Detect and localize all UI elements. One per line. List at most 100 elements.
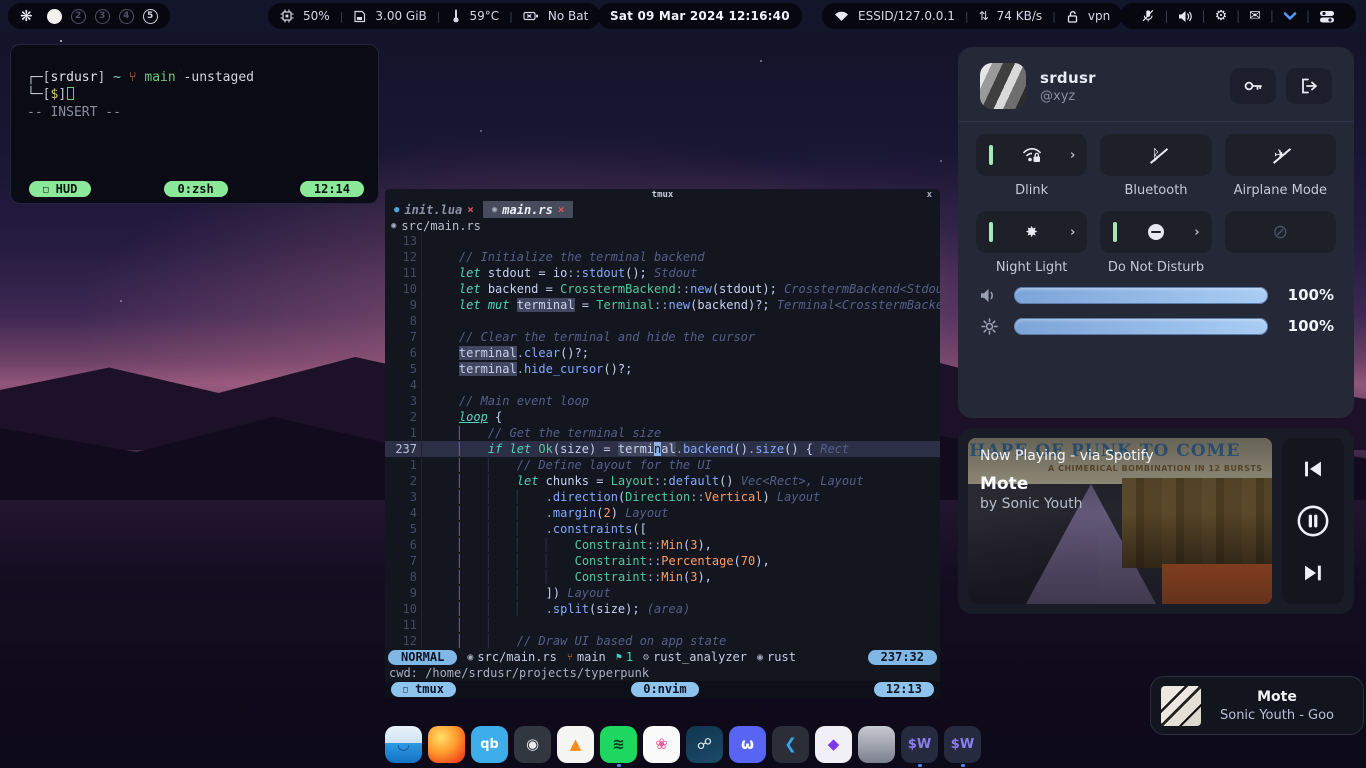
code-line[interactable]: 4: [385, 377, 940, 393]
volume-slider[interactable]: [1014, 287, 1268, 304]
code-line[interactable]: 9 let mut terminal = Terminal::new(backe…: [385, 297, 940, 313]
tmux-session-badge[interactable]: 0:nvim: [631, 682, 698, 697]
dock-obs[interactable]: ◉: [514, 726, 551, 763]
airplane-off-icon: ✈: [1274, 146, 1287, 164]
code-line[interactable]: 6 ▏ ▏ ▏ ▏ Constraint::Min(3),: [385, 537, 940, 553]
workspace-5[interactable]: 5: [143, 9, 158, 24]
terminal-window[interactable]: ┌─[srdusr] ~ ⑂ main -unstaged └─[$] -- I…: [10, 44, 379, 204]
code-line[interactable]: 5 terminal.hide_cursor()?;: [385, 361, 940, 377]
chevron-down-icon[interactable]: [1274, 11, 1306, 21]
chevron-right-icon[interactable]: ›: [1070, 225, 1075, 240]
media-notification[interactable]: Mote Sonic Youth - Goo: [1150, 676, 1364, 735]
datetime-display[interactable]: Sat 09 Mar 2024 12:16:40: [598, 3, 802, 29]
tab-main-rs[interactable]: ◉ main.rs ×: [483, 201, 574, 218]
window-close-button[interactable]: x: [927, 190, 932, 200]
chevron-right-icon[interactable]: ›: [1070, 148, 1075, 163]
code-buffer[interactable]: 1312 // Initialize the terminal backend1…: [385, 233, 940, 649]
workspace-2[interactable]: 2: [71, 9, 86, 24]
dock-sw-app-2[interactable]: $W: [944, 726, 981, 763]
nvim-cmdline[interactable]: cwd: /home/srdusr/projects/typerpunk: [385, 665, 940, 681]
code-line[interactable]: 11 ▏ ▏: [385, 617, 940, 633]
logout-button[interactable]: [1286, 68, 1332, 104]
code-line[interactable]: 6 terminal.clear()?;: [385, 345, 940, 361]
brightness-gear-icon[interactable]: [978, 318, 1000, 335]
dock-trash[interactable]: [858, 726, 895, 763]
line-number: 2: [385, 473, 421, 489]
mail-icon[interactable]: ✉: [1240, 8, 1270, 24]
code-line[interactable]: 12 ▏ ▏ // Draw UI based on app state: [385, 633, 940, 649]
code-line[interactable]: 9 ▏ ▏ ▏ ]) Layout: [385, 585, 940, 601]
control-panel-icon[interactable]: [1310, 10, 1344, 23]
code-line[interactable]: 8 ▏ ▏ ▏ ▏ Constraint::Min(3),: [385, 569, 940, 585]
network-group[interactable]: ESSID/127.0.0.1 | ⇅ 74 KB/s | vpn: [822, 3, 1122, 29]
settings-gear-icon[interactable]: ⚙: [1206, 8, 1237, 24]
dock-firefox[interactable]: [428, 726, 465, 763]
code-line[interactable]: 7 ▏ ▏ ▏ ▏ Constraint::Percentage(70),: [385, 553, 940, 569]
code-line[interactable]: 237 ▏ if let Ok(size) = terminal.backend…: [385, 441, 940, 457]
code-line[interactable]: 3 // Main event loop: [385, 393, 940, 409]
dock-steam[interactable]: ☍: [686, 726, 723, 763]
workspace-3[interactable]: 3: [95, 9, 110, 24]
code-line[interactable]: 12 // Initialize the terminal backend: [385, 249, 940, 265]
dock-sw-app-1[interactable]: $W: [901, 726, 938, 763]
git-branch-icon: ⑂: [567, 652, 573, 663]
code-line[interactable]: 2 loop {: [385, 409, 940, 425]
line-number: 4: [385, 505, 421, 521]
workspace-4[interactable]: 4: [119, 9, 134, 24]
code-line[interactable]: 10 let backend = CrosstermBackend::new(s…: [385, 281, 940, 297]
code-line[interactable]: 11 let stdout = io::stdout(); Stdout: [385, 265, 940, 281]
hud-badge[interactable]: □ HUD: [29, 181, 91, 197]
lock-keys-button[interactable]: [1230, 68, 1276, 104]
code-line[interactable]: 1 ▏ // Get the terminal size: [385, 425, 940, 441]
editor-window[interactable]: tmux x ● init.lua × ◉ main.rs × ◉ src/ma…: [385, 189, 940, 697]
dock-vscode[interactable]: ❮: [772, 726, 809, 763]
notification-subtitle: Sonic Youth - Goo: [1201, 708, 1353, 723]
user-profile-row: srdusr @xyz: [958, 47, 1354, 121]
wifi-toggle-button[interactable]: ›: [976, 134, 1087, 176]
zsh-session-badge[interactable]: 0:zsh: [164, 181, 228, 197]
statusline-diagnostics[interactable]: ⚑1: [616, 650, 633, 664]
code-line[interactable]: 2 ▏ ▏ let chunks = Layout::default() Vec…: [385, 473, 940, 489]
code-line[interactable]: 5 ▏ ▏ ▏ .constraints([: [385, 521, 940, 537]
album-art[interactable]: SHAPE OF PUNK TO COME A CHIMERICAL BOMBI…: [968, 438, 1272, 604]
microphone-muted-icon[interactable]: [1132, 9, 1164, 23]
dock-qbittorrent[interactable]: qb: [471, 726, 508, 763]
volume-icon[interactable]: [1169, 10, 1202, 23]
code-line[interactable]: 7 // Clear the terminal and hide the cur…: [385, 329, 940, 345]
pause-button[interactable]: [1296, 504, 1330, 538]
tab-close-icon[interactable]: ×: [558, 203, 565, 216]
night-light-toggle-button[interactable]: ✸ ›: [976, 211, 1087, 253]
dock-discord[interactable]: ω: [729, 726, 766, 763]
wifi-icon: [834, 10, 849, 22]
line-number: 11: [385, 617, 421, 633]
speaker-icon[interactable]: [978, 288, 1000, 303]
do-not-disturb-toggle-button[interactable]: ›: [1100, 211, 1211, 253]
tmux-window-badge[interactable]: □ tmux: [391, 682, 456, 697]
dock-file-manager[interactable]: ◡: [385, 726, 422, 763]
code-line[interactable]: 13: [385, 233, 940, 249]
tab-close-icon[interactable]: ×: [467, 203, 474, 216]
tab-init-lua[interactable]: ● init.lua ×: [385, 201, 483, 218]
airplane-mode-toggle-button[interactable]: ✈: [1225, 134, 1336, 176]
chevron-right-icon[interactable]: ›: [1194, 225, 1199, 240]
dock-obsidian[interactable]: ◆: [815, 726, 852, 763]
next-track-button[interactable]: [1302, 563, 1324, 583]
code-line[interactable]: 10 ▏ ▏ ▏ .split(size); (area): [385, 601, 940, 617]
bluetooth-toggle-button[interactable]: ᛒ: [1100, 134, 1211, 176]
toggle-label: Airplane Mode: [1225, 183, 1336, 199]
code-line[interactable]: 4 ▏ ▏ ▏ .margin(2) Layout: [385, 505, 940, 521]
brightness-slider[interactable]: [1014, 318, 1268, 335]
code-line[interactable]: 1 ▏ ▏ // Define layout for the UI: [385, 457, 940, 473]
statusline-git-branch[interactable]: ⑂main: [567, 650, 606, 664]
distro-logo-icon[interactable]: ❋: [20, 7, 33, 25]
blocked-toggle-button[interactable]: ⊘: [1225, 211, 1336, 253]
dock-vlc[interactable]: ▲: [557, 726, 594, 763]
code-line[interactable]: 3 ▏ ▏ ▏ .direction(Direction::Vertical) …: [385, 489, 940, 505]
line-number: 6: [385, 345, 421, 361]
dock-spotify[interactable]: ≋: [600, 726, 637, 763]
code-line[interactable]: 8: [385, 313, 940, 329]
workspace-1[interactable]: [47, 9, 62, 24]
statusline-file[interactable]: ◉src/main.rs: [467, 650, 557, 664]
previous-track-button[interactable]: [1302, 459, 1324, 479]
dock-photos[interactable]: ❀: [643, 726, 680, 763]
